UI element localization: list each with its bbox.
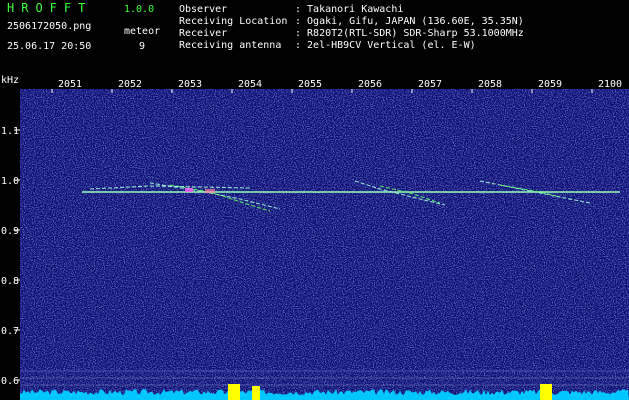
header: HROFFT 1.0.0 2506172050.png meteor 25.06…: [0, 0, 629, 73]
y-tick-label: 0.6: [1, 376, 19, 387]
amplitude-burst: [228, 384, 240, 400]
x-tick-label: 2059: [538, 79, 562, 90]
x-tick-label: 2056: [358, 79, 382, 90]
y-unit-label: kHz: [1, 75, 19, 86]
info-label: Observer: [179, 4, 228, 15]
info-label: Receiving Location: [179, 16, 288, 27]
meteor-head: [205, 189, 215, 193]
y-tick-label: 0.8: [1, 276, 19, 287]
y-tick-label: 1.0: [1, 176, 19, 187]
y-tick-label: 0.7: [1, 326, 19, 337]
spectrogram: kHz 1.1 1.0 0.9 0.8 0.7 0.6 2051 2052 2053 2054 2…: [1, 75, 629, 400]
y-tick-label: 1.1: [1, 126, 19, 137]
y-tick-label: 0.9: [1, 226, 19, 237]
y-tick-labels: 1.1 1.0 0.9 0.8 0.7 0.6: [1, 126, 19, 387]
info-label: Receiver: [179, 28, 228, 39]
info-value: : Ogaki, Gifu, JAPAN (136.60E, 35.35N): [295, 16, 524, 27]
info-label: Receiving antenna: [179, 40, 282, 51]
info-value: : 2el-HB9CV Vertical (el. E-W): [295, 40, 476, 51]
x-tick-label: 2051: [58, 79, 82, 90]
app-version: 1.0.0: [124, 4, 155, 15]
x-tick-label: 2058: [478, 79, 502, 90]
info-value: : Takanori Kawachi: [295, 4, 404, 15]
x-tick-label: 2057: [418, 79, 442, 90]
datetime: 25.06.17 20:50: [7, 41, 92, 52]
filename: 2506172050.png: [7, 21, 92, 32]
x-tick-label: 2052: [118, 79, 142, 90]
amplitude-burst: [540, 384, 552, 400]
info-value: : R820T2(RTL-SDR) SDR-Sharp 53.1000MHz: [295, 28, 524, 39]
x-tick-label: 2053: [178, 79, 202, 90]
meteor-head: [185, 188, 193, 192]
amplitude-burst: [252, 386, 260, 400]
meteor-count: 9: [139, 41, 146, 52]
x-tick-label: 2054: [238, 79, 262, 90]
x-tick-label: 2100: [598, 79, 622, 90]
spectrogram-noise: [20, 89, 629, 400]
app-name: HROFFT: [7, 1, 93, 15]
x-tick-label: 2055: [298, 79, 322, 90]
meteor-label: meteor: [124, 26, 161, 37]
